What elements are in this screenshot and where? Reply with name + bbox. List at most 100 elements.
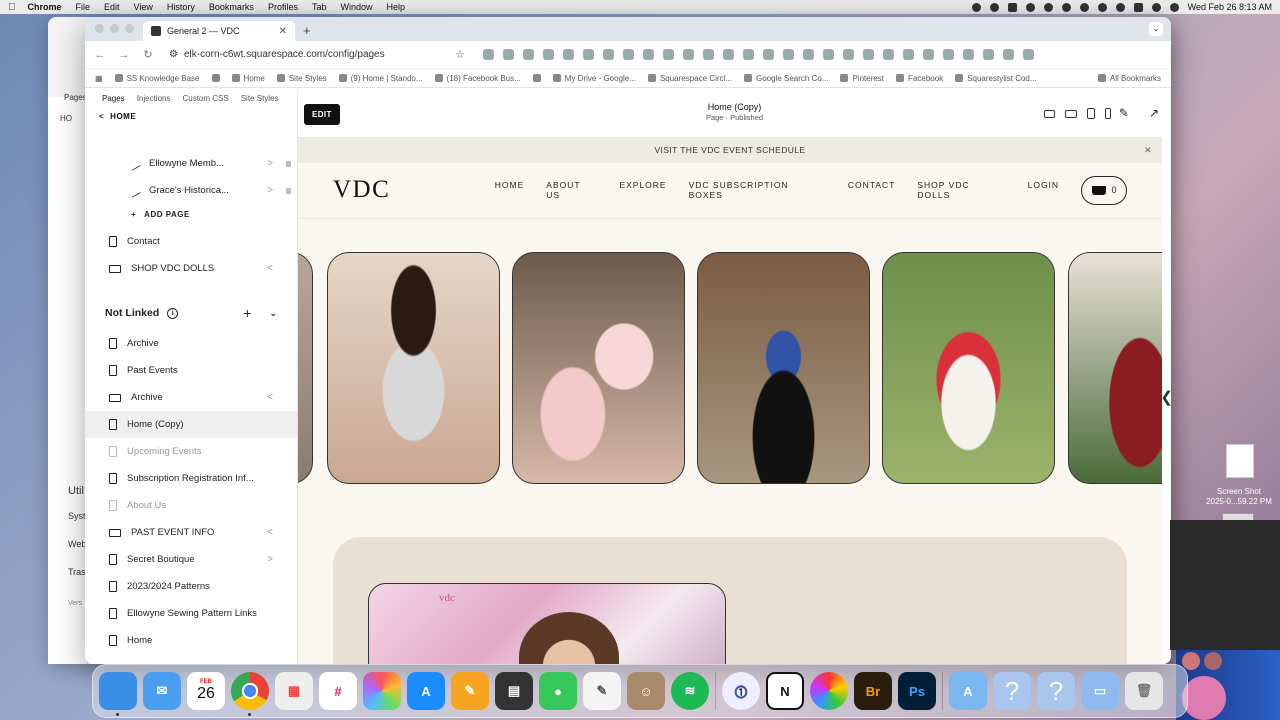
- extension-icon[interactable]: [763, 49, 774, 60]
- bookmark[interactable]: Facebook: [896, 74, 943, 83]
- desktop-file-label[interactable]: Screen Shot 2025-0...59.22 PM: [1198, 487, 1280, 507]
- bookmark[interactable]: [532, 74, 541, 82]
- chrome-icon[interactable]: [231, 672, 269, 716]
- mobile-view-icon[interactable]: [1105, 108, 1111, 119]
- forward-button[interactable]: →: [117, 49, 131, 61]
- extension-icon[interactable]: [663, 49, 674, 60]
- add-page-button[interactable]: + ADD PAGE: [85, 204, 297, 224]
- background-home[interactable]: HO: [60, 114, 72, 123]
- site-info-icon[interactable]: ⚙: [169, 49, 178, 60]
- photos-icon[interactable]: [363, 672, 401, 710]
- extension-icon[interactable]: [603, 49, 614, 60]
- search-icon[interactable]: [1151, 2, 1161, 12]
- nav-about-us[interactable]: ABOUT US: [546, 180, 597, 200]
- extension-icon[interactable]: [543, 49, 554, 60]
- nav-explore[interactable]: EXPLORE: [619, 180, 666, 200]
- mail-icon[interactable]: ✉: [143, 672, 181, 710]
- bookmark[interactable]: Google Search Co...: [743, 74, 828, 83]
- gallery-image[interactable]: [327, 252, 500, 484]
- app-store-icon[interactable]: A: [407, 672, 445, 710]
- menu-tab[interactable]: Tab: [312, 2, 327, 12]
- edit-button[interactable]: EDIT: [304, 103, 340, 125]
- folder-item[interactable]: PAST EVENT INFO <: [85, 519, 297, 546]
- tab-site-styles[interactable]: Site Styles: [241, 94, 279, 103]
- extension-icon[interactable]: [963, 49, 974, 60]
- tab-pages[interactable]: Pages: [102, 94, 125, 103]
- extension-icon[interactable]: [883, 49, 894, 60]
- site-logo[interactable]: VDC: [333, 176, 495, 204]
- menu-profiles[interactable]: Profiles: [268, 2, 298, 12]
- page-item[interactable]: Upcoming Events: [85, 438, 297, 465]
- creative-cloud-icon[interactable]: [810, 672, 848, 710]
- bridge-icon[interactable]: Br: [854, 672, 892, 710]
- back-button[interactable]: ←: [93, 49, 107, 61]
- control-center-icon[interactable]: [1133, 2, 1143, 12]
- announcement-bar[interactable]: VISIT THE VDC EVENT SCHEDULE ✕: [298, 137, 1162, 163]
- cart-button[interactable]: 0: [1081, 175, 1127, 205]
- chevron-left-icon[interactable]: ❮: [1160, 388, 1171, 406]
- trash-icon[interactable]: 🗑: [1125, 672, 1163, 710]
- folder-item[interactable]: SHOP VDC DOLLS <: [85, 255, 297, 282]
- close-icon[interactable]: ✕: [1144, 145, 1152, 156]
- page-item[interactable]: Archive: [85, 330, 297, 357]
- tab-custom-css[interactable]: Custom CSS: [182, 94, 228, 103]
- back-to-home-button[interactable]: < HOME: [85, 105, 297, 128]
- launchpad-icon[interactable]: ▦: [275, 672, 313, 710]
- page-item[interactable]: Ellowyne Memb... >: [85, 150, 297, 177]
- unknown-app-icon[interactable]: ?: [993, 672, 1031, 710]
- gallery-image[interactable]: [512, 252, 685, 484]
- bookmark[interactable]: Squarespace Circl...: [647, 74, 732, 83]
- extension-icon[interactable]: [483, 49, 494, 60]
- bookmark[interactable]: (18) Facebook Bus...: [434, 74, 521, 83]
- nav-login[interactable]: LOGIN: [1028, 180, 1059, 200]
- clock-icon[interactable]: [1115, 2, 1125, 12]
- finder-icon[interactable]: [99, 672, 137, 716]
- gear-icon[interactable]: [1025, 2, 1035, 12]
- url-text[interactable]: elk-corn-c6wt.squarespace.com/config/pag…: [184, 49, 385, 60]
- bookmark-star-icon[interactable]: ☆: [455, 48, 465, 61]
- apple-icon[interactable]: : [8, 2, 16, 13]
- gallery-image[interactable]: [697, 252, 870, 484]
- bookmark[interactable]: SS Knowledge Base: [114, 74, 200, 83]
- page-item[interactable]: Ellowyne Sewing Pattern Links: [85, 600, 297, 627]
- bluetooth-icon[interactable]: [1043, 2, 1053, 12]
- design-brush-icon[interactable]: ✎: [1119, 106, 1129, 120]
- extension-icon[interactable]: [523, 49, 534, 60]
- page-item[interactable]: Grace's Historica... >: [85, 177, 297, 204]
- focus-icon[interactable]: [1079, 2, 1089, 12]
- bookmark[interactable]: My Drive - Google...: [552, 74, 636, 83]
- chevron-down-icon[interactable]: ⌄: [269, 308, 277, 319]
- address-bar[interactable]: ⚙ elk-corn-c6wt.squarespace.com/config/p…: [165, 44, 465, 65]
- notion-icon[interactable]: N: [766, 672, 804, 710]
- bookmark[interactable]: Squarestylist Cod...: [955, 74, 1037, 83]
- menu-datetime[interactable]: Wed Feb 26 8:13 AM: [1188, 2, 1272, 12]
- extension-icon[interactable]: [1023, 49, 1034, 60]
- unknown-app-icon[interactable]: ?: [1037, 672, 1075, 710]
- background-tab[interactable]: Pages: [64, 93, 87, 102]
- grammarly-icon[interactable]: [989, 2, 999, 12]
- minimize-window-button[interactable]: [110, 24, 119, 33]
- extension-icon[interactable]: [623, 49, 634, 60]
- pages-icon[interactable]: ✎: [451, 672, 489, 710]
- page-item[interactable]: Home (Copy): [85, 411, 297, 438]
- menu-help[interactable]: Help: [386, 2, 405, 12]
- open-external-icon[interactable]: ↗: [1149, 106, 1159, 120]
- bookmark[interactable]: (9) Home | Stando...: [338, 74, 423, 83]
- extension-icon[interactable]: [943, 49, 954, 60]
- user-icon[interactable]: [1097, 2, 1107, 12]
- gallery-image[interactable]: [882, 252, 1055, 484]
- extension-icon[interactable]: [643, 49, 654, 60]
- extension-icon[interactable]: [823, 49, 834, 60]
- tab-search-icon[interactable]: ⌄: [1149, 22, 1163, 36]
- tablet-portrait-icon[interactable]: [1087, 108, 1095, 119]
- status-icon[interactable]: [971, 2, 981, 12]
- nav-shop-dolls[interactable]: SHOP VDC DOLLS: [917, 180, 1005, 200]
- folder-item[interactable]: Archive <: [85, 384, 297, 411]
- extension-icon[interactable]: [583, 49, 594, 60]
- extension-icon[interactable]: [983, 49, 994, 60]
- extension-icon[interactable]: [863, 49, 874, 60]
- close-tab-icon[interactable]: ✕: [279, 26, 287, 37]
- gallery-image[interactable]: [1068, 252, 1162, 484]
- notion-icon[interactable]: [1007, 2, 1017, 12]
- extension-icon[interactable]: [723, 49, 734, 60]
